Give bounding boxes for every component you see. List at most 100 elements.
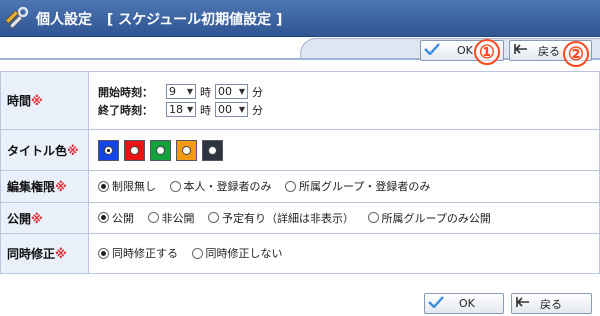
simultaneous-edit-label: 同時修正 [7,247,56,261]
simultaneous-edit-label-cell: 同時修正※ [0,233,89,274]
minute-unit: 分 [252,103,263,117]
option-label: 所属グループ・登録者のみ [299,180,431,194]
edit-permission-option[interactable]: 本人・登録者のみ [169,178,272,194]
radio-button[interactable] [147,212,159,224]
ok-button-label: OK [457,44,473,57]
edit-permission-option[interactable]: 制限無し [98,178,156,194]
back-button-label: 戻る [540,297,562,311]
start-hour-select[interactable]: 9 ▼ [166,84,196,99]
visibility-label-cell: 公開※ [0,202,89,234]
simultaneous-edit-row: 同時修正※ 同時修正する 同時修正しない [0,233,600,274]
radio-button[interactable] [191,247,203,259]
visibility-option[interactable]: 予定有り（詳細は非表示） [208,210,354,226]
settings-form: 時間※ 開始時刻： 9 ▼ 時 00 ▼ 分 終了時刻： 18 ▼ 時 00 ▼ 分 タ… [0,71,600,274]
title-color-label-cell: タイトル色※ [0,129,89,171]
color-radio-orange[interactable] [182,145,191,155]
visibility-option[interactable]: 公開 [98,210,134,226]
title-bar: 個人設定 [ スケジュール初期値設定 ] [0,0,600,37]
radio-button[interactable] [98,180,109,192]
color-radio-blue[interactable] [104,145,113,155]
end-minute-value: 00 [218,103,232,116]
start-minute-select[interactable]: 00 ▼ [215,84,248,99]
ok-button-label: OK [459,297,475,310]
required-mark: ※ [31,211,43,226]
chevron-down-icon: ▼ [238,87,245,96]
tools-icon [5,6,30,30]
required-mark: ※ [31,94,43,108]
back-arrow-icon [510,43,532,58]
title-color-label: タイトル色 [7,143,68,158]
color-swatch-green[interactable] [150,139,171,161]
checkmark-icon [421,43,443,58]
end-time-row: 終了時刻： 18 ▼ 時 00 ▼ 分 [98,101,599,119]
chevron-down-icon: ▼ [238,105,245,114]
color-swatch-red[interactable] [124,139,145,161]
visibility-value-cell: 公開 非公開 予定有り（詳細は非表示） 所属グループのみ公開 [88,202,600,234]
option-label: 同時修正しない [205,247,283,261]
annotation-badge-2: ② [563,41,589,67]
radio-button[interactable] [367,212,379,224]
checkmark-icon [425,296,447,311]
color-swatch-black[interactable] [202,139,223,161]
color-swatch-orange[interactable] [176,139,197,161]
chevron-down-icon: ▼ [186,87,193,96]
color-radio-red[interactable] [130,145,139,155]
simultaneous-edit-option[interactable]: 同時修正しない [191,245,283,261]
visibility-label: 公開 [7,211,32,226]
option-label: 制限無し [112,180,156,194]
option-label: 本人・登録者のみ [183,180,272,194]
option-label: 公開 [112,211,134,225]
option-label: 所属グループのみ公開 [381,211,491,225]
time-value-cell: 開始時刻： 9 ▼ 時 00 ▼ 分 終了時刻： 18 ▼ 時 00 ▼ 分 [88,71,600,130]
chevron-down-icon: ▼ [187,105,194,114]
required-mark: ※ [55,180,67,194]
page-title-main: 個人設定 [36,12,92,28]
minute-unit: 分 [252,85,263,99]
back-button-label: 戻る [538,44,560,58]
color-radio-black[interactable] [208,145,217,155]
end-hour-value: 18 [169,103,183,116]
start-minute-value: 00 [218,85,232,98]
ok-button-bottom[interactable]: OK [424,293,504,314]
visibility-row: 公開※ 公開 非公開 予定有り（詳細は非表示） 所属グループのみ公開 [0,202,600,234]
simultaneous-edit-option[interactable]: 同時修正する [98,245,178,261]
edit-permission-row: 編集権限※ 制限無し 本人・登録者のみ 所属グループ・登録者のみ [0,170,600,203]
radio-button[interactable] [169,180,181,192]
annotation-badge-1: ① [474,39,500,65]
back-arrow-icon [512,296,534,311]
back-button-bottom[interactable]: 戻る [511,293,592,314]
page-title: 個人設定 [ スケジュール初期値設定 ] [36,9,282,29]
time-label: 時間 [7,94,32,108]
edit-permission-value-cell: 制限無し 本人・登録者のみ 所属グループ・登録者のみ [88,170,600,203]
option-label: 同時修正する [112,247,178,261]
start-time-label: 開始時刻： [98,85,153,99]
radio-button[interactable] [98,212,109,224]
visibility-option[interactable]: 非公開 [147,210,195,226]
page-subtitle: [ スケジュール初期値設定 ] [106,12,283,28]
edit-permission-label-cell: 編集権限※ [0,170,89,203]
end-time-label: 終了時刻： [98,103,153,117]
end-hour-select[interactable]: 18 ▼ [166,102,196,117]
simultaneous-edit-value-cell: 同時修正する 同時修正しない [88,233,600,274]
start-hour-value: 9 [169,85,176,98]
hour-unit: 時 [200,103,211,117]
color-swatch-blue[interactable] [98,139,119,161]
radio-button[interactable] [98,247,109,259]
required-mark: ※ [55,247,67,261]
time-label-cell: 時間※ [0,71,89,130]
title-color-value-cell [88,129,600,171]
option-label: 予定有り（詳細は非表示） [222,211,354,225]
color-radio-green[interactable] [156,145,165,155]
title-color-row: タイトル色※ [0,129,600,171]
required-mark: ※ [67,143,79,158]
end-minute-select[interactable]: 00 ▼ [215,102,248,117]
time-row: 時間※ 開始時刻： 9 ▼ 時 00 ▼ 分 終了時刻： 18 ▼ 時 00 ▼ 分 [0,71,600,130]
hour-unit: 時 [200,85,211,99]
radio-button[interactable] [285,180,296,192]
edit-permission-label: 編集権限 [7,180,56,194]
start-time-row: 開始時刻： 9 ▼ 時 00 ▼ 分 [98,83,599,101]
edit-permission-option[interactable]: 所属グループ・登録者のみ [285,178,430,194]
visibility-option[interactable]: 所属グループのみ公開 [367,210,491,226]
option-label: 非公開 [161,211,195,225]
radio-button[interactable] [208,212,219,224]
